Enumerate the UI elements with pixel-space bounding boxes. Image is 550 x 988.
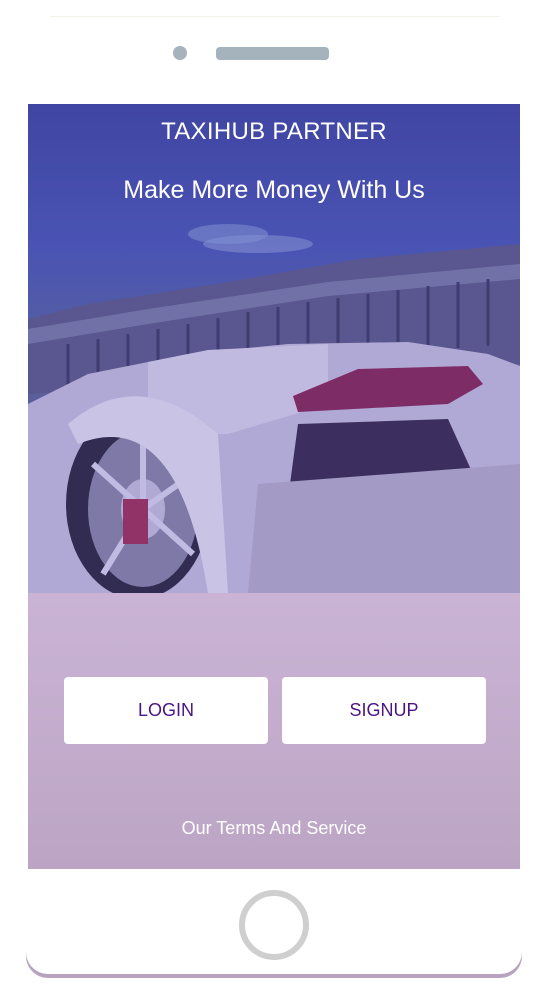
login-button[interactable]: LOGIN bbox=[64, 677, 268, 744]
speaker-grille-icon bbox=[216, 47, 329, 60]
phone-top-edge bbox=[50, 16, 500, 17]
home-button-icon[interactable] bbox=[239, 890, 309, 960]
terms-link[interactable]: Our Terms And Service bbox=[28, 818, 520, 839]
app-screen: TAXIHUB PARTNER Make More Money With Us … bbox=[28, 104, 520, 869]
hero-image: TAXIHUB PARTNER Make More Money With Us bbox=[28, 104, 520, 593]
signup-button[interactable]: SIGNUP bbox=[282, 677, 486, 744]
camera-dot-icon bbox=[173, 46, 187, 60]
app-tagline: Make More Money With Us bbox=[123, 176, 425, 204]
app-title: TAXIHUB PARTNER bbox=[161, 118, 387, 145]
